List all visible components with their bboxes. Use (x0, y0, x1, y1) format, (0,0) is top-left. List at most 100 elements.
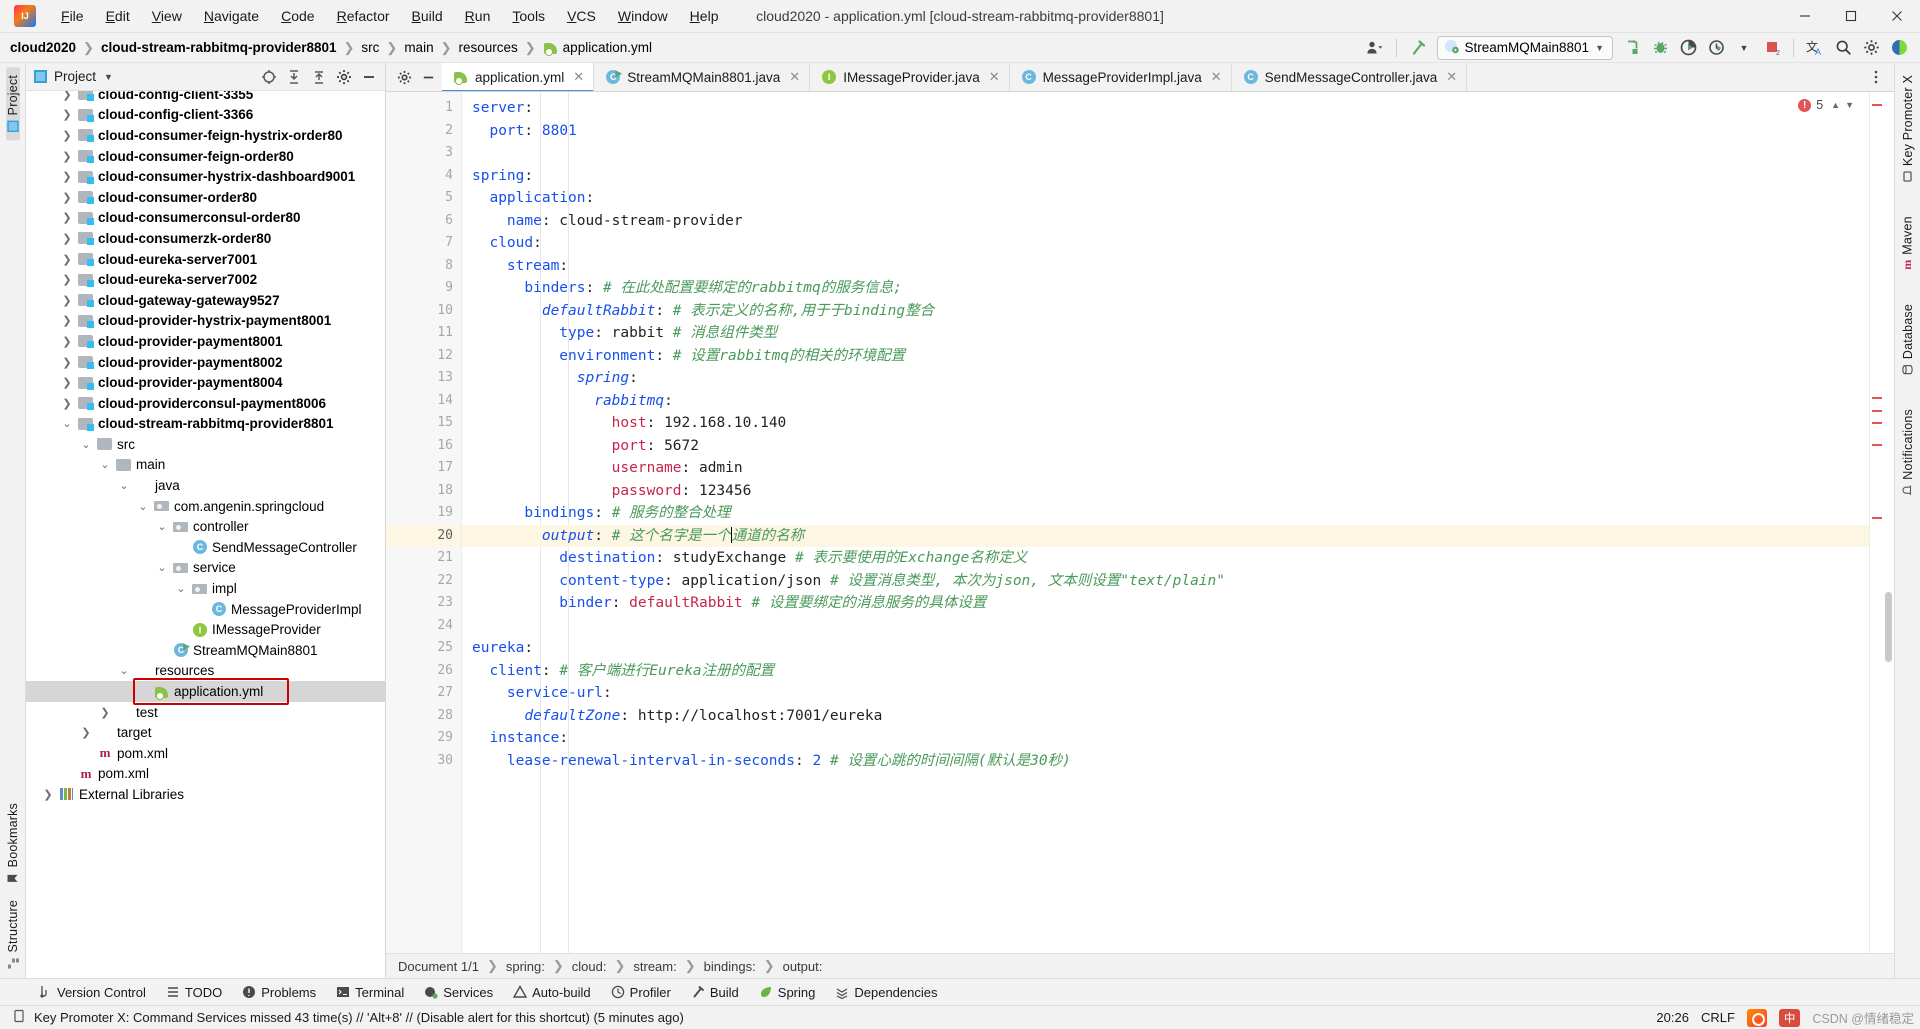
chevron-right-icon[interactable]: ❯ (59, 314, 75, 327)
breadcrumb-node-output[interactable]: output: (783, 959, 823, 974)
tree-item-service[interactable]: ⌄ service (26, 558, 385, 579)
line-number-4[interactable]: 4⊟ (386, 165, 469, 188)
chevron-right-icon[interactable]: ❯ (59, 356, 75, 369)
code-line-13[interactable]: spring: (462, 367, 1869, 390)
toolwindow-auto-build[interactable]: Auto-build (503, 982, 601, 1003)
line-number-28[interactable]: 28 (386, 705, 461, 728)
run-configuration-selector[interactable]: StreamMQMain8801 ▼ (1436, 35, 1613, 60)
breadcrumb-node-cloud[interactable]: cloud: (572, 959, 607, 974)
chevron-down-icon[interactable]: ⌄ (154, 520, 170, 533)
code-line-26[interactable]: client: # 客户端进行Eureka注册的配置 (462, 660, 1869, 683)
stop-icon[interactable]: 2 (1759, 36, 1785, 60)
tree-item-application-yml[interactable]: application.yml (26, 678, 385, 706)
line-number-25[interactable]: 25⊟ (386, 637, 468, 660)
chevron-right-icon[interactable]: ❯ (40, 788, 56, 801)
chevron-right-icon[interactable]: ❯ (59, 129, 75, 142)
editor-tab-application-yml[interactable]: application.yml ✕ (442, 63, 595, 91)
status-line-separator[interactable]: CRLF (1701, 1010, 1735, 1025)
line-number-5[interactable]: 5⊟ (386, 187, 469, 210)
tree-item-test[interactable]: ❯ test (26, 702, 385, 723)
chevron-right-icon[interactable]: ❯ (59, 108, 75, 121)
chevron-down-icon[interactable]: ⌄ (173, 582, 189, 595)
code-line-24[interactable] (462, 615, 1869, 638)
code-line-17[interactable]: username: admin (462, 457, 1869, 480)
code-line-14[interactable]: rabbitmq: (462, 390, 1869, 413)
code-line-12[interactable]: environment: # 设置rabbitmq的相关的环境配置 (462, 345, 1869, 368)
expand-all-icon[interactable] (307, 66, 331, 88)
chevron-down-icon[interactable]: ⌄ (116, 479, 132, 492)
line-number-8[interactable]: 8⊟ (386, 255, 469, 278)
chevron-right-icon[interactable]: ❯ (59, 170, 75, 183)
close-icon[interactable]: ✕ (1211, 69, 1222, 85)
line-number-12[interactable]: 12⊟ (386, 345, 468, 368)
code-line-20[interactable]: output: # 这个名字是一个通道的名称 (462, 524, 1869, 547)
code-line-4[interactable]: spring: (462, 165, 1869, 188)
scrollbar-thumb[interactable] (1885, 592, 1892, 662)
code-line-8[interactable]: stream: (462, 255, 1869, 278)
chevron-down-icon[interactable]: ▼ (1845, 100, 1854, 110)
chevron-right-icon[interactable]: ❯ (59, 191, 75, 204)
tree-item-java[interactable]: ⌄ java (26, 475, 385, 496)
locate-icon[interactable] (257, 66, 281, 88)
menu-item-run[interactable]: Run (454, 4, 502, 28)
sogou-ime-icon[interactable] (1746, 1008, 1767, 1027)
tree-item-cloud-eureka-server7002[interactable]: ❯ cloud-eureka-server7002 (26, 269, 385, 290)
line-number-7[interactable]: 7⊟ (386, 232, 469, 255)
editor-tab-imessageprovider-java[interactable]: I IMessageProvider.java ✕ (810, 63, 1010, 91)
user-account-icon[interactable] (1362, 36, 1388, 60)
tree-item-com-angenin-springcloud[interactable]: ⌄ com.angenin.springcloud (26, 496, 385, 517)
tree-item-imessageprovider[interactable]: I IMessageProvider (26, 619, 385, 640)
breadcrumb-item-main[interactable]: main (404, 40, 433, 55)
tree-item-pom-xml[interactable]: m pom.xml (26, 764, 385, 785)
menu-item-help[interactable]: Help (679, 4, 730, 28)
code-line-1[interactable]: server: (462, 97, 1869, 120)
tree-item-impl[interactable]: ⌄ impl (26, 578, 385, 599)
error-stripe-mark[interactable] (1872, 517, 1882, 519)
tree-item-messageproviderimpl[interactable]: C MessageProviderImpl (26, 599, 385, 620)
tree-item-pom-xml[interactable]: m pom.xml (26, 743, 385, 764)
tree-item-external-libraries[interactable]: ❯ External Libraries (26, 784, 385, 805)
breadcrumb-item-cloud-stream-rabbitmq-provider8801[interactable]: cloud-stream-rabbitmq-provider8801 (101, 40, 337, 55)
tree-item-controller[interactable]: ⌄ controller (26, 516, 385, 537)
code-line-11[interactable]: type: rabbit # 消息组件类型 (462, 322, 1869, 345)
chevron-right-icon[interactable]: ❯ (59, 397, 75, 410)
ime-language-badge[interactable]: 中 (1778, 1008, 1801, 1027)
chevron-right-icon[interactable]: ❯ (59, 211, 75, 224)
line-number-29[interactable]: 29⊟ (386, 727, 468, 750)
error-stripe-mark[interactable] (1872, 410, 1882, 412)
menu-item-refactor[interactable]: Refactor (326, 4, 401, 28)
menu-item-build[interactable]: Build (401, 4, 454, 28)
chevron-down-icon[interactable]: ⌄ (135, 500, 151, 513)
ide-theme-icon[interactable] (1886, 36, 1912, 60)
toolwindow-build[interactable]: Build (681, 982, 749, 1003)
code-line-19[interactable]: bindings: # 服务的整合处理 (462, 502, 1869, 525)
tree-item-src[interactable]: ⌄ src (26, 434, 385, 455)
close-icon[interactable]: ✕ (789, 69, 800, 85)
toolwindow-profiler[interactable]: Profiler (601, 982, 681, 1003)
tree-item-resources[interactable]: ⌄ resources (26, 661, 385, 682)
line-number-14[interactable]: 14⊟ (386, 390, 468, 413)
code-line-21[interactable]: destination: studyExchange # 表示要使用的Excha… (462, 547, 1869, 570)
code-line-29[interactable]: instance: (462, 727, 1869, 750)
editor-tab-streammqmain8801-java[interactable]: C ▶ StreamMQMain8801.java ✕ (594, 63, 811, 91)
breadcrumb-item-resources[interactable]: resources (458, 40, 517, 55)
tree-item-cloud-consumer-feign-order80[interactable]: ❯ cloud-consumer-feign-order80 (26, 146, 385, 167)
chevron-right-icon[interactable]: ❯ (59, 232, 75, 245)
code-line-30[interactable]: lease-renewal-interval-in-seconds: 2 # 设… (462, 750, 1869, 773)
code-line-18[interactable]: password: 123456 (462, 480, 1869, 503)
line-number-23[interactable]: 23 (386, 592, 461, 615)
toolwindow-todo[interactable]: TODO (156, 982, 232, 1003)
toolwindow-dependencies[interactable]: Dependencies (825, 982, 947, 1003)
minimize-button[interactable] (1782, 0, 1828, 33)
menu-item-view[interactable]: View (141, 4, 193, 28)
breadcrumb-item-application-yml[interactable]: application.yml (543, 40, 652, 56)
close-icon[interactable]: ✕ (573, 69, 584, 85)
chevron-right-icon[interactable]: ❯ (59, 294, 75, 307)
line-number-2[interactable]: 2⌐ (386, 120, 469, 143)
build-hammer-icon[interactable] (1405, 36, 1431, 60)
line-number-18[interactable]: 18⌐ (386, 480, 468, 503)
error-stripe-mark[interactable] (1872, 444, 1882, 446)
toolwindow-version-control[interactable]: Version Control (28, 982, 156, 1003)
tree-item-cloud-consumer-order80[interactable]: ❯ cloud-consumer-order80 (26, 187, 385, 208)
code-content[interactable]: server: port: 8801 spring: application: n… (462, 92, 1869, 953)
